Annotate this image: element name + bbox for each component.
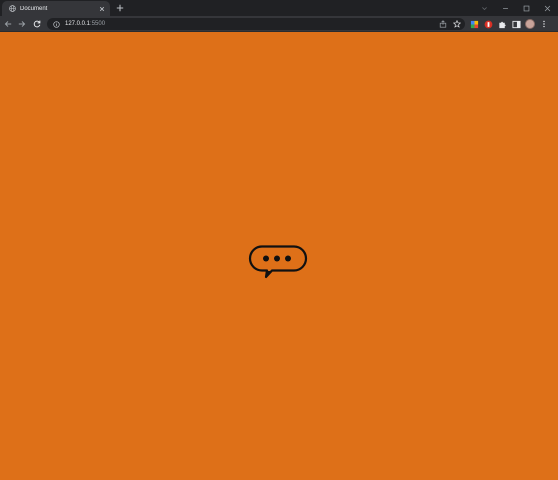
omnibox-actions (435, 18, 463, 30)
typing-dot (263, 255, 269, 262)
tab-strip: Document (0, 0, 558, 16)
minimize-icon (503, 7, 508, 9)
arrow-left-icon (4, 21, 12, 27)
address-bar[interactable]: 127.0.0.1:5500 (47, 18, 465, 30)
tab-document[interactable]: Document (2, 1, 110, 16)
info-icon[interactable] (52, 20, 60, 28)
tab-search-button[interactable] (474, 0, 495, 16)
browser-toolbar: 127.0.0.1:5500 (0, 16, 558, 32)
back-button[interactable] (2, 18, 14, 30)
forward-button[interactable] (16, 18, 28, 30)
minimize-button[interactable] (495, 0, 516, 16)
extension-red-icon[interactable] (482, 18, 494, 30)
extension-colorful-icon[interactable] (468, 18, 480, 30)
kebab-menu-icon[interactable] (538, 18, 550, 30)
share-icon[interactable] (437, 18, 449, 30)
arrow-right-icon (18, 21, 26, 27)
maximize-icon (523, 5, 530, 11)
reload-button[interactable] (31, 18, 43, 30)
globe-icon (8, 5, 16, 13)
close-icon[interactable] (98, 5, 106, 13)
reload-icon (33, 20, 41, 28)
close-window-button[interactable] (537, 0, 558, 16)
typing-dot (285, 255, 291, 262)
close-icon (544, 5, 551, 11)
avatar (525, 19, 535, 29)
side-panel-icon[interactable] (510, 18, 522, 30)
chevron-down-icon (482, 6, 487, 10)
extensions-area (468, 18, 552, 30)
profile-button[interactable] (524, 18, 536, 30)
typing-chat-bubble-icon (248, 245, 308, 279)
puzzle-icon[interactable] (496, 18, 508, 30)
maximize-button[interactable] (516, 0, 537, 16)
url-port: :5500 (90, 21, 106, 27)
window-controls (474, 0, 558, 16)
browser-window: Document 127.0.0.1:5500 (0, 0, 558, 480)
plus-icon (116, 4, 124, 12)
new-tab-button[interactable] (114, 2, 126, 14)
star-icon[interactable] (451, 18, 463, 30)
tab-title: Document (20, 5, 48, 12)
url-host: 127.0.0.1 (65, 21, 91, 27)
typing-dot (274, 255, 280, 262)
page-viewport (0, 32, 558, 480)
